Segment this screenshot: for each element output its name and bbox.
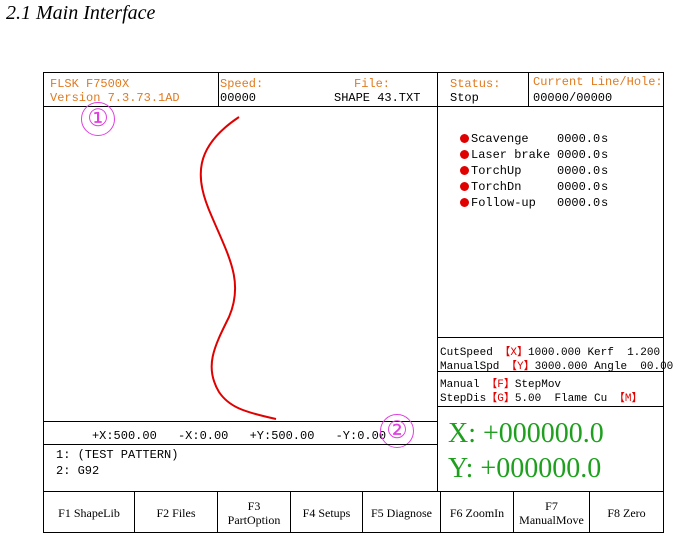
document-heading: 2.1 Main Interface: [6, 2, 156, 24]
f2-files-button[interactable]: F2 Files: [134, 492, 217, 533]
f3-partoption-button[interactable]: F3 PartOption: [217, 492, 290, 533]
f4-setups-button[interactable]: F4 Setups: [290, 492, 362, 533]
f7-manualmove-button[interactable]: F7 ManualMove: [513, 492, 589, 533]
f5-diagnose-button[interactable]: F5 Diagnose: [362, 492, 440, 533]
f8-zero-button[interactable]: F8 Zero: [589, 492, 663, 533]
controller-screen: FLSK F7500X Version 7.3.73.1AD Speed: 00…: [43, 72, 673, 534]
f1-shapelib-button[interactable]: F1 ShapeLib: [44, 492, 134, 533]
f6-zoomin-button[interactable]: F6 ZoomIn: [440, 492, 513, 533]
function-key-bar: F1 ShapeLib F2 Files F3 PartOption F4 Set…: [44, 73, 663, 534]
